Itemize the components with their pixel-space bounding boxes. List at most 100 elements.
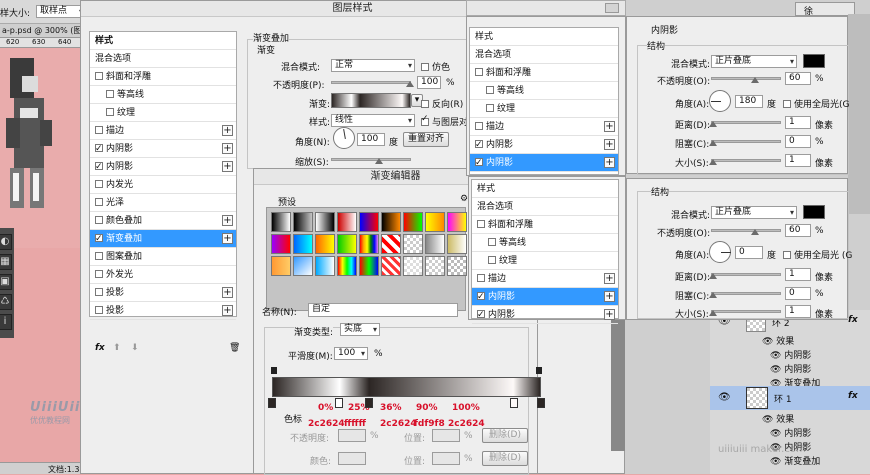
distance-slider[interactable]	[711, 121, 781, 124]
size-slider[interactable]	[711, 159, 781, 162]
opacity-stop-left[interactable]	[271, 367, 277, 374]
preset-swatch[interactable]	[359, 256, 379, 276]
reverse-checkbox[interactable]: 反向(R)	[421, 97, 463, 110]
choke-slider[interactable]	[711, 292, 781, 295]
size-knob[interactable]	[709, 310, 717, 316]
delete-button[interactable]: 删除(D)	[482, 451, 528, 466]
name-input[interactable]: 自定	[308, 303, 458, 317]
opacity-slider[interactable]	[711, 229, 781, 232]
opacity-knob[interactable]	[406, 81, 414, 87]
style-item[interactable]: 混合选项	[90, 50, 236, 68]
style-checkbox[interactable]	[106, 108, 114, 116]
size-slider[interactable]	[711, 310, 781, 313]
style-item[interactable]: 等高线	[472, 234, 618, 252]
angle-input[interactable]: 0	[735, 246, 763, 259]
info-icon[interactable]: i	[0, 314, 12, 330]
style-checkbox[interactable]	[95, 288, 103, 296]
angle-dial[interactable]	[709, 241, 731, 263]
stop-location-input[interactable]	[432, 429, 460, 442]
eye-icon[interactable]: 👁	[762, 337, 776, 347]
gradient-preview[interactable]	[331, 93, 411, 108]
add-icon[interactable]: +	[604, 273, 615, 284]
style-item[interactable]: 颜色叠加 +	[90, 212, 236, 230]
clone-icon[interactable]: ♺	[0, 294, 12, 310]
scale-knob[interactable]	[375, 158, 383, 164]
stop-color-swatch[interactable]	[338, 452, 366, 465]
style-checkbox[interactable]	[95, 158, 103, 175]
style-checkbox[interactable]	[95, 230, 103, 247]
style-checkbox[interactable]	[106, 90, 114, 98]
opacity-slider[interactable]	[711, 77, 781, 80]
dither-checkbox[interactable]: 仿色	[421, 60, 450, 73]
preset-swatch[interactable]	[271, 256, 291, 276]
size-knob[interactable]	[709, 159, 717, 165]
style-checkbox[interactable]	[95, 180, 103, 188]
choke-input[interactable]: 0	[785, 135, 811, 148]
global-light-checkbox[interactable]: 使用全局光(G	[783, 97, 850, 110]
style-item[interactable]: 外发光	[90, 266, 236, 284]
style-item[interactable]: 混合选项	[472, 198, 618, 216]
style-item[interactable]: 内阴影 +	[470, 154, 618, 172]
preset-swatch[interactable]	[315, 234, 335, 254]
style-item[interactable]: 内发光	[90, 176, 236, 194]
shadow-color-swatch[interactable]	[803, 205, 825, 219]
add-icon[interactable]: +	[604, 121, 615, 132]
preset-swatch[interactable]	[403, 212, 423, 232]
preset-swatch[interactable]	[403, 234, 423, 254]
opacity-slider[interactable]	[331, 81, 411, 84]
effect-inner-shadow[interactable]: 👁 内阴影	[770, 362, 811, 375]
preset-swatch[interactable]	[337, 212, 357, 232]
preset-swatch[interactable]	[381, 212, 401, 232]
style-item[interactable]: 内阴影 +	[90, 158, 236, 176]
style-item[interactable]: 等高线	[90, 86, 236, 104]
reset-align-button[interactable]: 重置对齐	[403, 132, 449, 147]
size-input[interactable]: 1	[785, 305, 811, 318]
style-checkbox[interactable]	[95, 126, 103, 134]
styles-header[interactable]: 样式	[90, 32, 236, 50]
color-stop[interactable]	[364, 398, 373, 408]
style-item[interactable]: 投影 +	[90, 302, 236, 320]
styles-header[interactable]: 样式	[470, 28, 618, 46]
choke-knob[interactable]	[709, 140, 717, 146]
add-icon[interactable]: +	[222, 305, 233, 316]
style-checkbox[interactable]	[477, 274, 485, 282]
style-item[interactable]: 内阴影 +	[90, 140, 236, 158]
style-checkbox[interactable]	[95, 270, 103, 278]
shadow-color-swatch[interactable]	[803, 54, 825, 68]
preset-swatch[interactable]	[271, 212, 291, 232]
style-checkbox[interactable]	[475, 136, 483, 153]
preset-swatch[interactable]	[315, 212, 335, 232]
style-item[interactable]: 纹理	[470, 100, 618, 118]
preset-swatch[interactable]	[337, 256, 357, 276]
stop-location-input[interactable]	[432, 452, 460, 465]
add-icon[interactable]: +	[222, 287, 233, 298]
global-light-checkbox[interactable]: 使用全局光 (G	[783, 248, 852, 261]
preset-swatch[interactable]	[293, 234, 313, 254]
presets-gear-icon[interactable]: ⚙	[460, 194, 468, 204]
styles-header[interactable]: 样式	[472, 180, 618, 198]
style-item[interactable]: 渐变叠加 +	[90, 230, 236, 248]
choke-knob[interactable]	[709, 292, 717, 298]
distance-slider[interactable]	[711, 273, 781, 276]
distance-input[interactable]: 1	[785, 268, 811, 281]
opacity-knob[interactable]	[751, 229, 759, 235]
blend-mode-select[interactable]: 正片叠底	[711, 55, 797, 68]
style-checkbox[interactable]	[486, 104, 494, 112]
stop-opacity-input[interactable]	[338, 429, 366, 442]
style-checkbox[interactable]	[95, 306, 103, 314]
style-checkbox[interactable]	[475, 122, 483, 130]
style-item[interactable]: 纹理	[90, 104, 236, 122]
style-item[interactable]: 斜面和浮雕	[472, 216, 618, 234]
preset-swatch[interactable]	[447, 234, 467, 254]
preset-swatch[interactable]	[447, 212, 467, 232]
add-icon[interactable]: +	[222, 161, 233, 172]
move-down-icon[interactable]: ⬇	[131, 343, 139, 353]
fx-menu[interactable]: fx	[95, 343, 105, 353]
style-checkbox[interactable]	[477, 288, 485, 305]
style-checkbox[interactable]	[95, 198, 103, 206]
style-item[interactable]: 斜面和浮雕	[470, 64, 618, 82]
style-checkbox[interactable]	[488, 256, 496, 264]
smoothness-select[interactable]: 100	[334, 347, 368, 360]
opacity-stop-right[interactable]	[536, 367, 542, 374]
style-item[interactable]: 内阴影 +	[472, 306, 618, 324]
